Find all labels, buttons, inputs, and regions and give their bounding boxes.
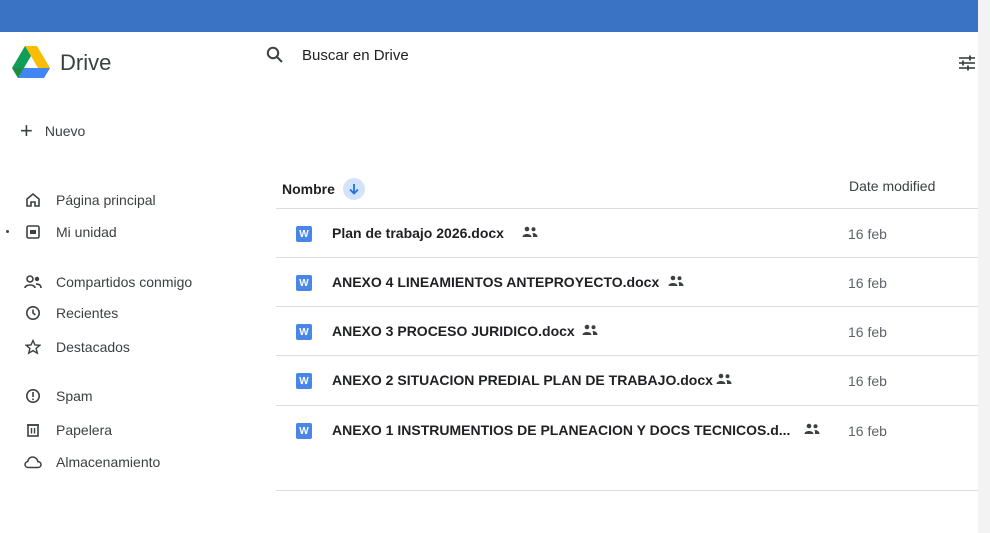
file-name[interactable]: Plan de trabajo 2026.docx [332, 225, 504, 241]
sidebar-item-spam[interactable]: Spam [0, 384, 93, 408]
active-indicator [6, 230, 9, 233]
browser-top-bar [0, 0, 978, 32]
file-row[interactable]: W ANEXO 2 SITUACION PREDIAL PLAN DE TRAB… [276, 355, 978, 405]
app-name: Drive [60, 50, 112, 75]
file-modified-date: 16 feb [848, 324, 887, 340]
sidebar-item-label: Compartidos conmigo [56, 274, 193, 290]
sidebar-item-shared[interactable]: Compartidos conmigo [0, 270, 192, 294]
file-name[interactable]: ANEXO 4 LINEAMIENTOS ANTEPROYECTO.docx [332, 274, 659, 290]
search-bar[interactable]: Buscar en Drive [266, 46, 409, 64]
shared-people-icon [716, 373, 732, 384]
file-row[interactable]: W ANEXO 1 INSTRUMENTIOS DE PLANEACION Y … [276, 405, 978, 455]
shared-people-icon [522, 226, 538, 237]
shared-icon [24, 273, 42, 291]
spam-icon [24, 387, 42, 405]
file-row[interactable]: W ANEXO 3 PROCESO JURIDICO.docx 16 feb [276, 306, 978, 356]
sidebar-item-recent[interactable]: Recientes [0, 301, 118, 325]
word-doc-icon: W [296, 226, 312, 242]
file-modified-date: 16 feb [848, 226, 887, 242]
shared-people-icon [582, 324, 598, 335]
sidebar-item-label: Papelera [56, 422, 113, 438]
word-doc-icon: W [296, 324, 312, 340]
sidebar-item-my-drive[interactable]: Mi unidad [0, 220, 117, 244]
file-row[interactable]: W ANEXO 4 LINEAMIENTOS ANTEPROYECTO.docx… [276, 257, 978, 307]
home-icon [24, 191, 42, 209]
sidebar-item-starred[interactable]: Destacados [0, 335, 130, 359]
sidebar-item-home[interactable]: Página principal [0, 188, 156, 212]
file-row[interactable]: W Plan de trabajo 2026.docx 16 feb [276, 208, 978, 258]
word-doc-icon: W [296, 275, 312, 291]
word-doc-icon: W [296, 423, 312, 439]
new-button-label: Nuevo [44, 123, 86, 139]
sidebar-item-label: Almacenamiento [56, 454, 161, 470]
plus-icon: + [20, 118, 33, 143]
drive-logo[interactable]: Drive [12, 46, 111, 80]
list-bottom-divider [276, 490, 978, 491]
drive-shell: Drive + Nuevo Página principal Mi unidad… [0, 32, 978, 533]
drive-window: Drive + Nuevo Página principal Mi unidad… [0, 0, 990, 533]
sidebar-item-storage[interactable]: Almacenamiento [0, 450, 160, 474]
file-modified-date: 16 feb [848, 275, 887, 291]
file-name[interactable]: ANEXO 3 PROCESO JURIDICO.docx [332, 323, 575, 339]
column-header-name[interactable]: Nombre [282, 178, 365, 200]
search-options-icon[interactable] [958, 55, 976, 71]
trash-icon [24, 421, 42, 439]
sidebar-item-label: Recientes [56, 305, 119, 321]
sidebar-item-trash[interactable]: Papelera [0, 418, 112, 442]
sidebar-item-label: Destacados [56, 339, 130, 355]
search-input[interactable]: Buscar en Drive [302, 47, 409, 64]
cloud-icon [24, 453, 42, 471]
sidebar-item-label: Mi unidad [56, 224, 117, 240]
column-header-name-label: Nombre [282, 181, 335, 197]
clock-icon [24, 304, 42, 322]
new-button[interactable]: + Nuevo [20, 120, 85, 142]
file-name[interactable]: ANEXO 2 SITUACION PREDIAL PLAN DE TRABAJ… [332, 372, 713, 388]
word-doc-icon: W [296, 373, 312, 389]
shared-people-icon [804, 423, 820, 434]
file-modified-date: 16 feb [848, 373, 887, 389]
file-name[interactable]: ANEXO 1 INSTRUMENTIOS DE PLANEACION Y DO… [332, 422, 790, 438]
file-modified-date: 16 feb [848, 423, 887, 439]
search-icon[interactable] [266, 46, 284, 64]
sidebar-item-label: Página principal [56, 192, 156, 208]
file-list-header: Nombre Date modified [276, 174, 978, 202]
drive-logo-icon [12, 46, 50, 78]
sort-arrow-down-icon[interactable] [342, 178, 365, 200]
shared-people-icon [668, 275, 684, 286]
star-icon [24, 338, 42, 356]
sidebar: Drive + Nuevo Página principal Mi unidad… [0, 32, 250, 533]
sidebar-item-label: Spam [56, 388, 93, 404]
column-header-modified[interactable]: Date modified [849, 178, 935, 194]
my-drive-icon [24, 223, 42, 241]
